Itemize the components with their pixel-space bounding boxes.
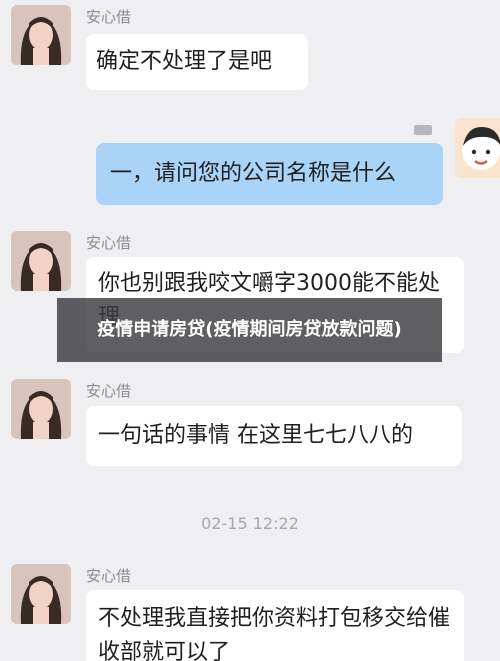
message-text: 确定不处理了是吧	[96, 49, 273, 74]
message-bubble[interactable]: 一句话的事情 在这里七七八八的	[86, 406, 462, 466]
own-avatar[interactable]	[455, 118, 500, 178]
sender-name: 安心借	[86, 8, 132, 26]
contact-avatar[interactable]	[11, 231, 71, 291]
message-text: 不处理我直接把你资料打包移交给催收部就可以了	[98, 606, 451, 661]
contact-avatar[interactable]	[11, 379, 71, 439]
caption-text: 疫情申请房贷(疫情期间房贷放款问题)	[97, 319, 402, 340]
message-bubble[interactable]: 确定不处理了是吧	[86, 34, 308, 90]
sender-name: 安心借	[86, 382, 132, 400]
sender-name: 安心借	[86, 567, 132, 585]
message-bubble[interactable]: 不处理我直接把你资料打包移交给催收部就可以了	[86, 590, 464, 661]
timestamp: 02-15 12:22	[201, 514, 299, 533]
contact-avatar[interactable]	[11, 5, 71, 65]
caption-overlay: 疫情申请房贷(疫情期间房贷放款问题)	[57, 298, 442, 362]
message-text: 一句话的事情 在这里七七八八的	[98, 423, 413, 448]
message-text: 一，请问您的公司名称是什么	[110, 161, 397, 186]
message-bubble-own[interactable]: 一，请问您的公司名称是什么	[96, 143, 443, 205]
chat-screen: 安心借 确定不处理了是吧 一，请问您的公司名称是什么 安心借 你也别跟我咬文嚼字…	[0, 0, 500, 661]
contact-avatar[interactable]	[11, 564, 71, 624]
sender-name: 安心借	[86, 234, 132, 252]
read-receipt-icon	[414, 125, 432, 135]
